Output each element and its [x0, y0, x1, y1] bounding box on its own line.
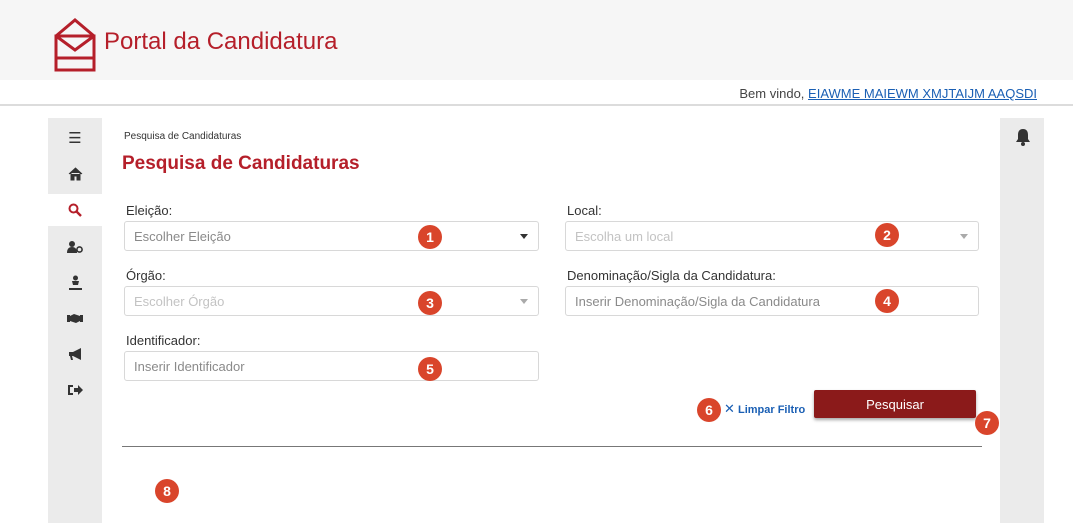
app-title: Portal da Candidatura	[104, 28, 338, 55]
sidebar-item-users[interactable]	[48, 230, 102, 262]
person-icon	[68, 275, 82, 290]
sign-out-icon	[67, 385, 83, 395]
local-select[interactable]: Escolha um local	[565, 221, 979, 251]
search-icon	[68, 203, 82, 217]
chevron-down-icon	[520, 299, 528, 304]
identificador-label: Identificador:	[126, 333, 201, 348]
welcome-prefix: Bem vindo,	[739, 86, 809, 101]
eleicao-placeholder: Escolher Eleição	[134, 229, 231, 244]
clear-filter-label: Limpar Filtro	[737, 404, 806, 416]
orgao-select[interactable]: Escolher Órgão	[124, 286, 539, 316]
sidebar: ☰	[48, 118, 102, 523]
sidebar-item-logout[interactable]	[48, 374, 102, 406]
sidebar-item-search[interactable]	[48, 194, 102, 226]
sidebar-item-candidate[interactable]	[48, 266, 102, 298]
local-placeholder: Escolha um local	[575, 229, 674, 244]
sidebar-item-home[interactable]	[48, 158, 102, 190]
handshake-icon	[67, 314, 83, 323]
annotation-badge-3: 3	[418, 291, 442, 315]
clear-filter-button[interactable]: ✕ Limpar Filtro	[724, 401, 805, 417]
sidebar-item-agreements[interactable]	[48, 302, 102, 334]
home-icon	[68, 167, 82, 181]
megaphone-icon	[68, 347, 81, 360]
bell-icon[interactable]	[1015, 128, 1031, 146]
annotation-badge-8: 8	[155, 479, 179, 503]
results-divider	[122, 446, 982, 447]
denominacao-input[interactable]: Inserir Denominação/Sigla da Candidatura	[565, 286, 979, 316]
menu-icon: ☰	[68, 130, 82, 147]
annotation-badge-2: 2	[875, 223, 899, 247]
welcome-bar: Bem vindo, EIAWME MAIEWM XMJTAIJM AAQSDI	[0, 80, 1073, 106]
welcome-text: Bem vindo, EIAWME MAIEWM XMJTAIJM AAQSDI	[739, 86, 1037, 101]
sidebar-menu-toggle[interactable]: ☰	[48, 122, 102, 154]
close-icon: ✕	[724, 401, 735, 416]
chevron-down-icon	[520, 234, 528, 239]
orgao-placeholder: Escolher Órgão	[134, 294, 225, 309]
ballot-box-logo-icon	[54, 18, 96, 72]
annotation-badge-4: 4	[875, 289, 899, 313]
identificador-placeholder: Inserir Identificador	[134, 359, 245, 374]
users-settings-icon	[67, 240, 83, 253]
eleicao-select[interactable]: Escolher Eleição	[124, 221, 539, 251]
annotation-badge-6: 6	[697, 398, 721, 422]
annotation-badge-5: 5	[418, 357, 442, 381]
user-name-link[interactable]: EIAWME MAIEWM XMJTAIJM AAQSDI	[808, 86, 1037, 101]
sidebar-item-announcements[interactable]	[48, 338, 102, 370]
page-title: Pesquisa de Candidaturas	[122, 153, 360, 174]
identificador-input[interactable]: Inserir Identificador	[124, 351, 539, 381]
denominacao-label: Denominação/Sigla da Candidatura:	[567, 268, 776, 283]
chevron-down-icon	[960, 234, 968, 239]
annotation-badge-1: 1	[418, 225, 442, 249]
search-button[interactable]: Pesquisar	[814, 390, 976, 418]
local-label: Local:	[567, 203, 602, 218]
eleicao-label: Eleição:	[126, 203, 173, 218]
annotation-badge-7: 7	[975, 411, 999, 435]
breadcrumb[interactable]: Pesquisa de Candidaturas	[124, 131, 241, 142]
orgao-label: Órgão:	[126, 268, 166, 283]
right-rail	[1000, 118, 1044, 523]
denominacao-placeholder: Inserir Denominação/Sigla da Candidatura	[575, 294, 820, 309]
